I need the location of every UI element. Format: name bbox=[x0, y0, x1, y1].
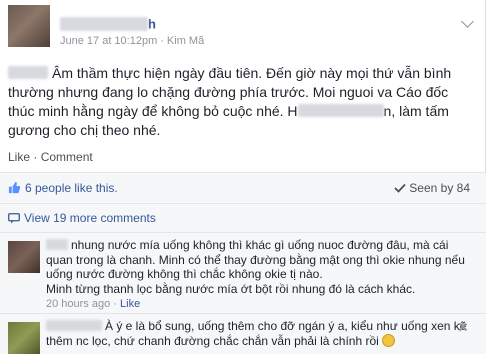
commenter-avatar[interactable] bbox=[8, 241, 40, 273]
post-card: h June 17 at 10:12pm · Kim Mã Âm thầm thực… bbox=[0, 0, 486, 354]
view-more-comments[interactable]: View 19 more comments bbox=[0, 203, 486, 232]
redacted-commenter-name bbox=[46, 239, 68, 250]
redacted-commenter-name bbox=[46, 320, 102, 331]
redacted-mention bbox=[297, 104, 384, 117]
view-more-label[interactable]: View 19 more comments bbox=[24, 211, 156, 225]
likes-count[interactable]: 6 people like this. bbox=[25, 181, 118, 195]
meta-separator: · bbox=[160, 35, 164, 47]
comment-like-link[interactable]: Like bbox=[120, 298, 140, 310]
comment-body: À ý e là bổ sung, uống thêm cho đỡ ngán … bbox=[46, 319, 476, 348]
comment-meta-separator: · bbox=[113, 298, 117, 310]
commenter-avatar[interactable] bbox=[8, 322, 40, 354]
thumbs-up-icon bbox=[8, 181, 21, 194]
close-icon[interactable] bbox=[458, 322, 468, 332]
post-meta: June 17 at 10:12pm · Kim Mã bbox=[60, 35, 204, 47]
post-date[interactable]: June 17 at 10:12pm bbox=[60, 35, 157, 47]
redacted-name bbox=[60, 16, 148, 31]
comment-bubble-icon bbox=[8, 213, 20, 224]
comment-item: nhung nước mía uống không thì khác gì uố… bbox=[0, 232, 486, 313]
redacted-tag bbox=[8, 66, 48, 79]
check-icon bbox=[394, 183, 406, 193]
likes-summary[interactable]: 6 people like this. bbox=[8, 181, 118, 195]
post-body: Âm thầm thực hiện ngày đầu tiên. Đến giờ… bbox=[8, 64, 478, 140]
comment-body: nhung nước mía uống không thì khác gì uố… bbox=[46, 238, 476, 312]
comment-link[interactable]: Comment bbox=[41, 150, 93, 164]
comment-item: À ý e là bổ sung, uống thêm cho đỡ ngán … bbox=[0, 313, 486, 354]
comment-text: À ý e là bổ sung, uống thêm cho đỡ ngán … bbox=[46, 319, 467, 348]
comment-text: nhung nước mía uống không thì khác gì uố… bbox=[46, 238, 465, 281]
comment-meta: 20 hours ago · Like bbox=[46, 298, 140, 310]
actions-separator: · bbox=[33, 150, 38, 164]
post-location[interactable]: Kim Mã bbox=[167, 35, 204, 47]
author-name-suffix[interactable]: h bbox=[148, 16, 156, 31]
post-header: h June 17 at 10:12pm · Kim Mã bbox=[8, 5, 478, 55]
likes-bar: 6 people like this. Seen by 84 bbox=[0, 172, 486, 203]
author-avatar[interactable] bbox=[8, 5, 50, 47]
smiley-emoji-icon bbox=[382, 333, 396, 347]
post-actions: Like · Comment bbox=[8, 150, 93, 164]
comment-text-2: Minh từng thanh lọc bằng nước mía ớt bột… bbox=[46, 281, 416, 296]
like-link[interactable]: Like bbox=[8, 150, 30, 164]
author-name[interactable]: h bbox=[60, 15, 156, 31]
seen-by[interactable]: Seen by 84 bbox=[394, 181, 470, 195]
chevron-down-icon[interactable] bbox=[461, 15, 474, 28]
seen-by-count: Seen by 84 bbox=[409, 181, 470, 195]
comment-time[interactable]: 20 hours ago bbox=[46, 298, 110, 310]
